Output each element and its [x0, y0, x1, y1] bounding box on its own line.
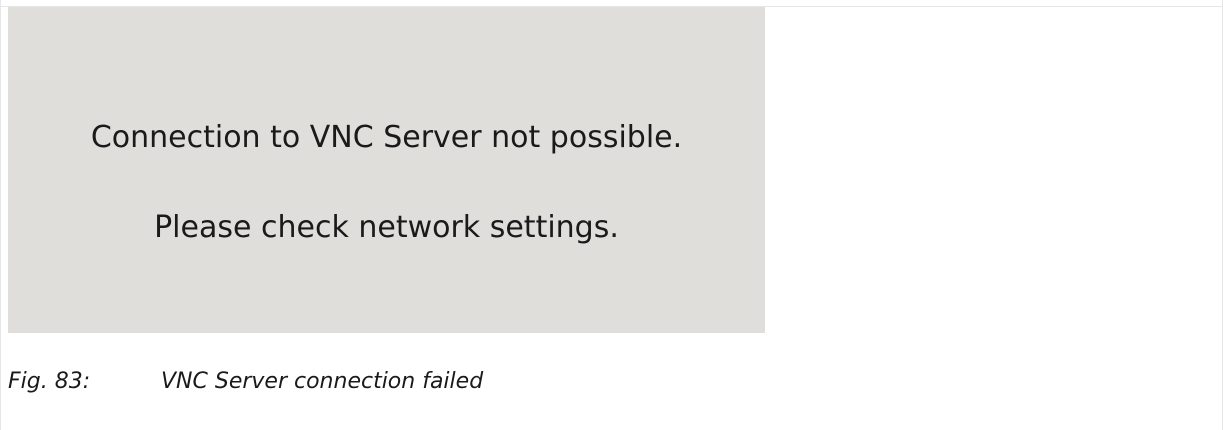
- vnc-error-screen: Connection to VNC Server not possible. P…: [8, 7, 765, 333]
- error-message-line-2: Please check network settings.: [154, 210, 619, 245]
- document-page: Connection to VNC Server not possible. P…: [0, 0, 1223, 430]
- figure-caption: Fig. 83: VNC Server connection failed: [8, 369, 483, 394]
- error-message-line-1: Connection to VNC Server not possible.: [90, 120, 683, 155]
- figure-caption-label: Fig. 83:: [8, 369, 91, 394]
- figure-caption-text: VNC Server connection failed: [161, 369, 484, 394]
